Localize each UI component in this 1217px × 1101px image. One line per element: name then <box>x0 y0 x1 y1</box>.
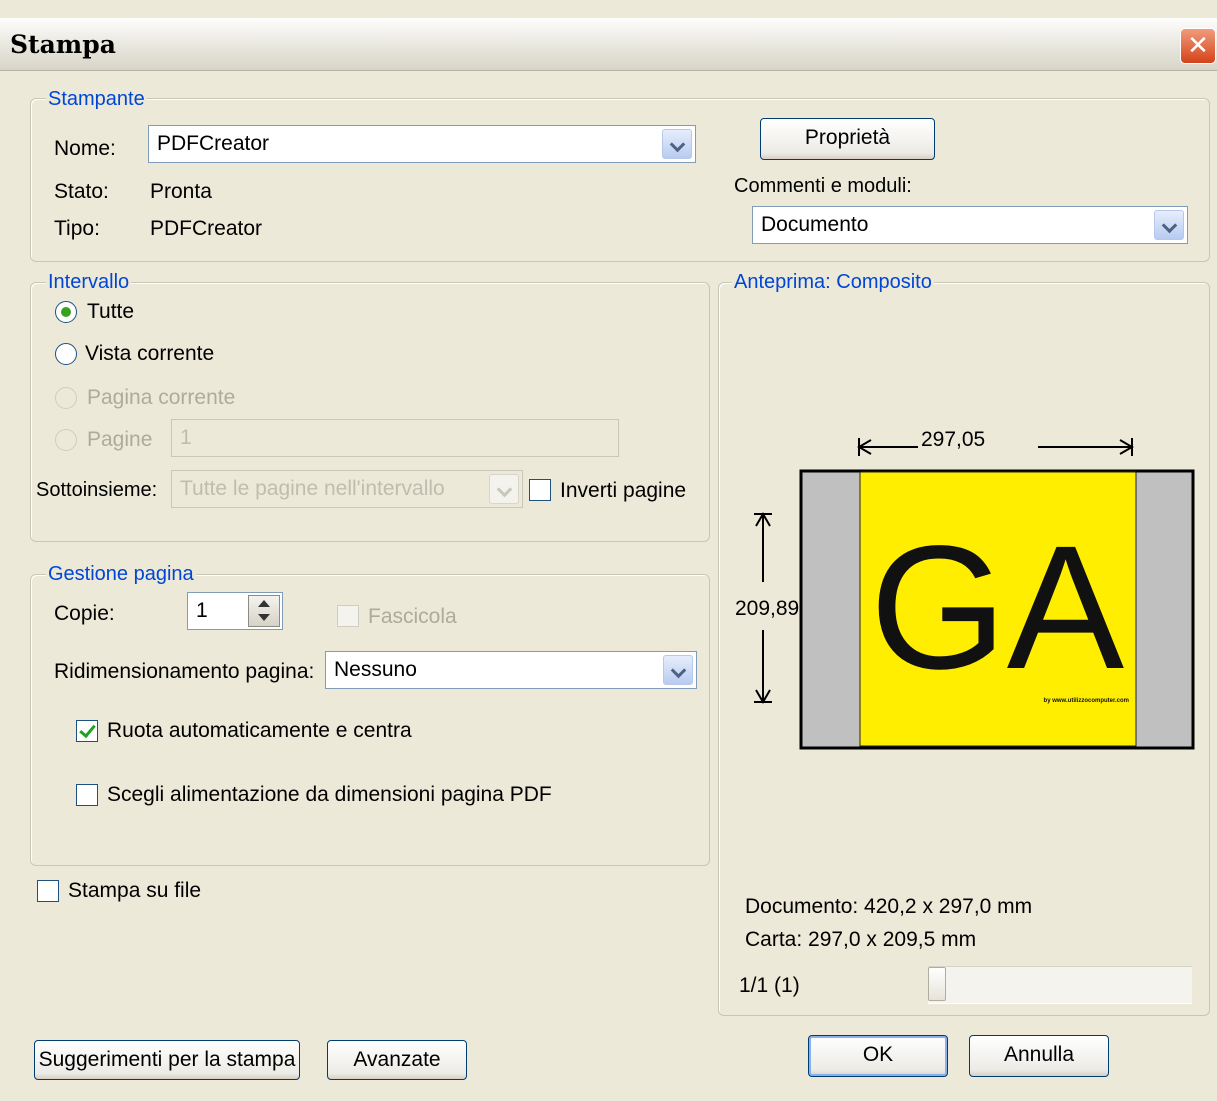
range-pages-value: 1 <box>180 426 192 449</box>
collate-checkbox[interactable] <box>337 605 359 627</box>
reverse-pages-label: Inverti pagine <box>560 479 687 502</box>
subset-value: Tutte le pagine nell'intervallo <box>180 477 445 500</box>
spin-down-icon[interactable] <box>258 614 270 621</box>
scaling-select[interactable]: Nessuno <box>325 651 697 689</box>
spin-up-icon[interactable] <box>258 600 270 607</box>
copies-value: 1 <box>196 599 208 622</box>
page-counter: 1/1 (1) <box>739 974 800 997</box>
comments-value: Documento <box>761 213 869 236</box>
range-all-label: Tutte <box>87 300 135 323</box>
chevron-down-icon[interactable] <box>662 129 692 159</box>
print-to-file-checkbox[interactable] <box>37 880 59 902</box>
page-slider-track[interactable] <box>928 966 1192 1004</box>
preview-height-label: 209,89 <box>735 597 800 621</box>
auto-rotate-label: Ruota automaticamente e centra <box>107 719 412 742</box>
copies-spinner[interactable] <box>248 595 280 627</box>
chevron-down-icon[interactable] <box>663 655 693 685</box>
page-slider-thumb[interactable] <box>928 967 946 1001</box>
printer-group-label: Stampante <box>46 88 147 111</box>
page-handling-group-label: Gestione pagina <box>46 563 196 586</box>
collate-label: Fascicola <box>368 605 457 628</box>
printer-status-value: Pronta <box>150 180 212 203</box>
range-current-page-radio[interactable] <box>55 387 77 409</box>
cancel-button[interactable]: Annulla <box>969 1035 1109 1077</box>
advanced-button[interactable]: Avanzate <box>327 1040 467 1080</box>
copies-input[interactable]: 1 <box>187 592 283 630</box>
copies-label: Copie: <box>54 602 115 625</box>
scaling-label: Ridimensionamento pagina: <box>54 660 315 683</box>
range-pages-label: Pagine <box>87 428 153 451</box>
subset-select[interactable]: Tutte le pagine nell'intervallo <box>171 470 523 508</box>
scaling-value: Nessuno <box>334 658 417 681</box>
auto-rotate-checkbox[interactable] <box>76 720 98 742</box>
preview-page-text: GA <box>870 510 1125 706</box>
ok-button[interactable]: OK <box>808 1035 948 1077</box>
printer-name-value: PDFCreator <box>157 132 270 155</box>
comments-label: Commenti e moduli: <box>734 175 912 197</box>
title-bar: Stampa ✕ <box>0 18 1217 71</box>
preview-group-label: Anteprima: Composito <box>732 271 934 294</box>
range-pages-input[interactable]: 1 <box>171 419 619 457</box>
range-all-radio[interactable] <box>55 301 77 323</box>
printer-type-label: Tipo: <box>54 217 100 240</box>
range-current-view-radio[interactable] <box>55 343 77 365</box>
printer-type-value: PDFCreator <box>150 217 263 240</box>
subset-label: Sottoinsieme: <box>36 479 158 501</box>
window-title: Stampa <box>10 30 116 59</box>
properties-button[interactable]: Proprietà <box>760 118 935 160</box>
range-current-page-label: Pagina corrente <box>87 386 236 409</box>
preview-page-small-text: by www.utilizzocomputer.com <box>1044 698 1129 704</box>
reverse-pages-checkbox[interactable] <box>529 479 551 501</box>
printer-name-label: Nome: <box>54 137 116 160</box>
printer-name-select[interactable]: PDFCreator <box>148 125 696 163</box>
choose-source-checkbox[interactable] <box>76 784 98 806</box>
printer-status-label: Stato: <box>54 180 109 203</box>
comments-select[interactable]: Documento <box>752 206 1188 244</box>
close-icon[interactable]: ✕ <box>1180 28 1216 64</box>
chevron-down-icon[interactable] <box>1154 210 1184 240</box>
preview-canvas: GA by www.utilizzocomputer.com <box>754 438 1195 750</box>
choose-source-label: Scegli alimentazione da dimensioni pagin… <box>107 783 552 806</box>
print-tips-button[interactable]: Suggerimenti per la stampa <box>34 1040 300 1080</box>
document-info: Documento: 420,2 x 297,0 mm <box>745 895 1033 918</box>
preview-width-label: 297,05 <box>918 428 989 452</box>
paper-info: Carta: 297,0 x 209,5 mm <box>745 928 977 951</box>
print-to-file-label: Stampa su file <box>68 879 202 902</box>
range-current-view-label: Vista corrente <box>85 342 215 365</box>
range-group-label: Intervallo <box>46 271 132 294</box>
chevron-down-icon[interactable] <box>489 474 519 504</box>
range-pages-radio[interactable] <box>55 429 77 451</box>
